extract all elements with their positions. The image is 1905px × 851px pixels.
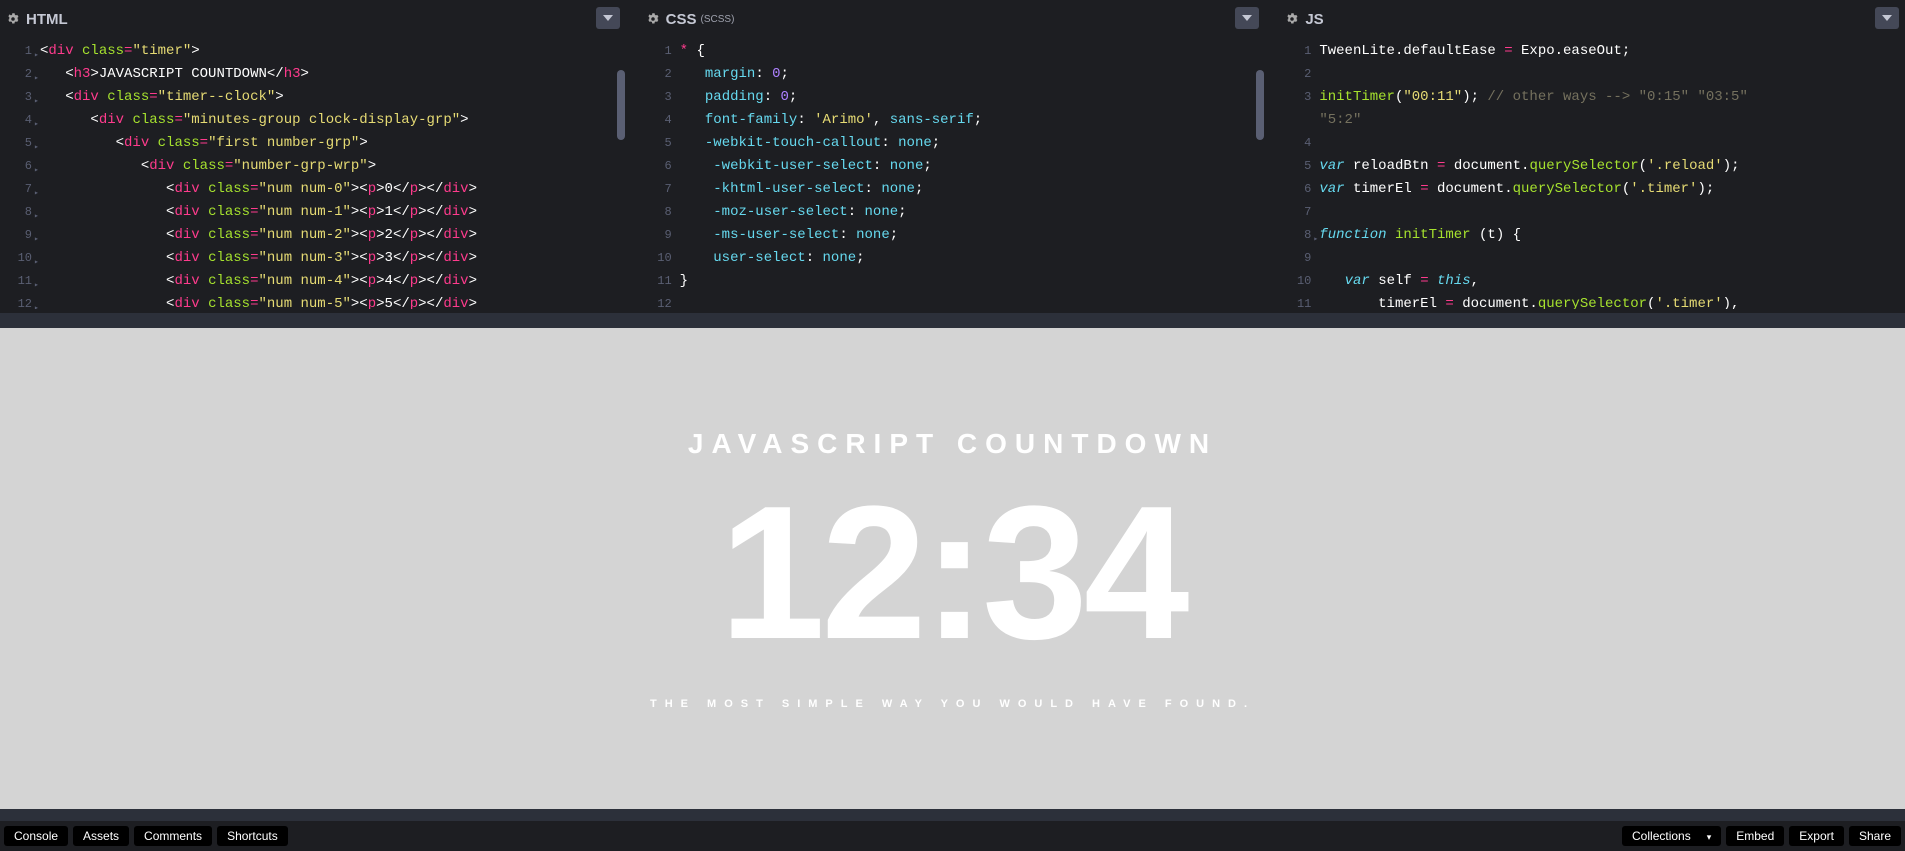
js-panel-title: JS	[1305, 11, 1323, 28]
scrollbar-thumb[interactable]	[617, 70, 625, 140]
gear-icon[interactable]	[1285, 12, 1299, 26]
export-button[interactable]: Export	[1789, 826, 1844, 846]
css-code-area[interactable]: 123456789101112 * { margin: 0; padding: …	[640, 34, 1266, 309]
css-gutter: 123456789101112	[640, 34, 680, 309]
assets-button[interactable]: Assets	[73, 826, 129, 846]
preview-tagline: THE MOST SIMPLE WAY YOU WOULD HAVE FOUND…	[650, 698, 1255, 710]
html-panel-header: HTML	[0, 4, 626, 34]
js-panel-header: JS	[1279, 4, 1905, 34]
scrollbar-thumb[interactable]	[1256, 70, 1264, 140]
comments-button[interactable]: Comments	[134, 826, 212, 846]
collections-button[interactable]: Collections▾	[1622, 826, 1721, 846]
gear-icon[interactable]	[646, 12, 660, 26]
css-code[interactable]: * { margin: 0; padding: 0; font-family: …	[680, 34, 1266, 309]
css-panel-dropdown[interactable]	[1235, 7, 1259, 29]
html-code[interactable]: <div class="timer"> <h3>JAVASCRIPT COUNT…	[40, 34, 626, 309]
js-panel: JS 12345678▸91011 TweenLite.defaultEase …	[1279, 4, 1905, 309]
js-code[interactable]: TweenLite.defaultEase = Expo.easeOut;ini…	[1319, 34, 1905, 309]
horizontal-divider[interactable]	[0, 313, 1905, 328]
editors-row: HTML 1▸2▸3▸4▸5▸6▸7▸8▸9▸10▸11▸12▸ <div cl…	[0, 0, 1905, 313]
html-panel-dropdown[interactable]	[596, 7, 620, 29]
js-code-area[interactable]: 12345678▸91011 TweenLite.defaultEase = E…	[1279, 34, 1905, 309]
preview-clock: 12:34	[720, 478, 1186, 668]
preview-pane: JAVASCRIPT COUNTDOWN 12:34 THE MOST SIMP…	[0, 328, 1905, 809]
html-panel: HTML 1▸2▸3▸4▸5▸6▸7▸8▸9▸10▸11▸12▸ <div cl…	[0, 4, 626, 309]
js-panel-dropdown[interactable]	[1875, 7, 1899, 29]
footer-bar: Console Assets Comments Shortcuts Collec…	[0, 809, 1905, 851]
css-panel: CSS (SCSS) 123456789101112 * { margin: 0…	[640, 4, 1266, 309]
js-gutter: 12345678▸91011	[1279, 34, 1319, 309]
html-gutter: 1▸2▸3▸4▸5▸6▸7▸8▸9▸10▸11▸12▸	[0, 34, 40, 309]
shortcuts-button[interactable]: Shortcuts	[217, 826, 288, 846]
chevron-down-icon	[1882, 13, 1892, 23]
chevron-down-icon: ▾	[1707, 832, 1712, 842]
css-panel-subtitle: (SCSS)	[701, 14, 735, 25]
css-panel-title: CSS	[666, 11, 697, 28]
html-panel-title: HTML	[26, 11, 68, 28]
chevron-down-icon	[1242, 13, 1252, 23]
html-code-area[interactable]: 1▸2▸3▸4▸5▸6▸7▸8▸9▸10▸11▸12▸ <div class="…	[0, 34, 626, 309]
chevron-down-icon	[603, 13, 613, 23]
console-button[interactable]: Console	[4, 826, 68, 846]
preview-title: JAVASCRIPT COUNTDOWN	[688, 428, 1217, 460]
css-panel-header: CSS (SCSS)	[640, 4, 1266, 34]
share-button[interactable]: Share	[1849, 826, 1901, 846]
gear-icon[interactable]	[6, 12, 20, 26]
embed-button[interactable]: Embed	[1726, 826, 1784, 846]
